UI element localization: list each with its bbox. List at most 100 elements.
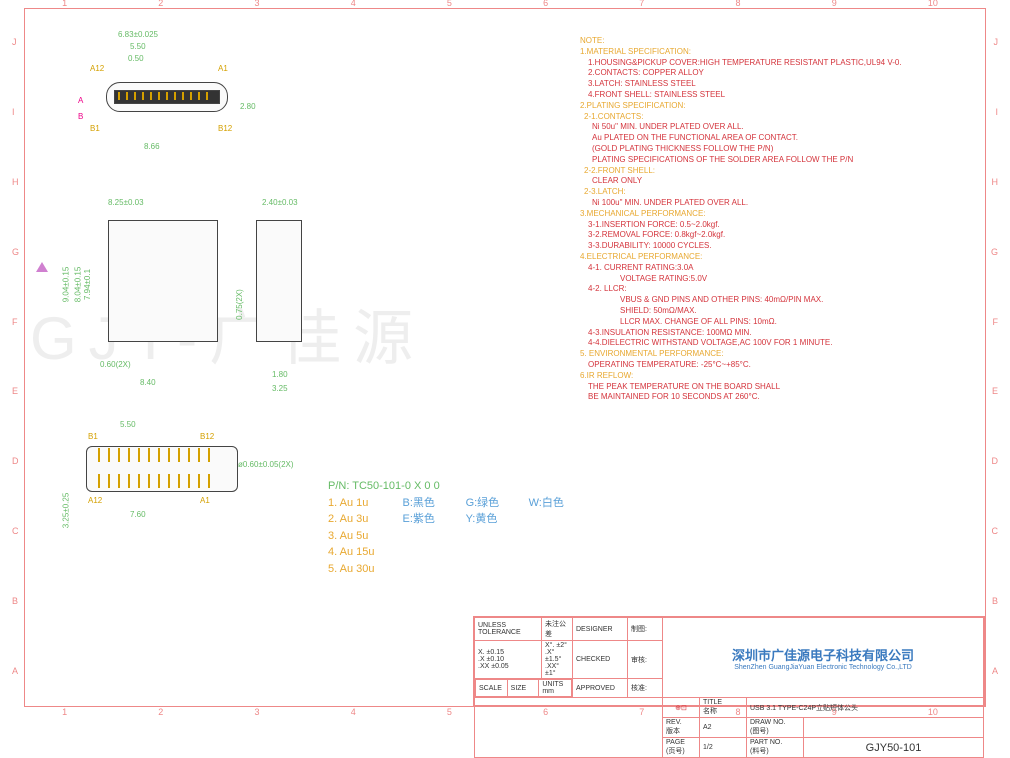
contact-pin (168, 474, 170, 488)
contact-pin (128, 448, 130, 462)
dim: 3.25 (272, 384, 288, 393)
lbl: PART NO. (750, 739, 782, 746)
part-number: GJY50-101 (866, 742, 922, 754)
lbl: REV. (666, 719, 682, 726)
color-code: E:紫色 (403, 511, 463, 528)
note-heading: 2.PLATING SPECIFICATION: (580, 101, 980, 112)
contact-pin (134, 92, 136, 100)
grid-col-label: 8 (736, 707, 741, 717)
tol: X°. ±2° (545, 642, 567, 649)
grid-row-label: B (12, 596, 18, 606)
lbl: DESIGNER (576, 626, 613, 633)
grid-row-label: E (992, 386, 998, 396)
dim: 3.25±0.25 (61, 493, 70, 529)
contact-pin (208, 474, 210, 488)
contact-pin (158, 448, 160, 462)
color-code: B:黑色 (403, 495, 463, 512)
grid-col-label: 7 (639, 0, 644, 8)
note-line: 4-3.INSULATION RESISTANCE: 100MΩ MIN. (588, 328, 980, 339)
grid-col-label: 2 (158, 707, 163, 717)
datum: B (78, 112, 83, 121)
grid-col-label: 5 (447, 0, 452, 8)
grid-row-label: J (994, 37, 999, 47)
contact-pin (118, 474, 120, 488)
note-sub: 2-3.LATCH: (584, 187, 980, 198)
tol: .XX ±0.05 (478, 663, 509, 670)
lbl: 核准: (631, 685, 647, 692)
contact-pin (148, 474, 150, 488)
au-option: 5. Au 30u (328, 561, 375, 578)
contact-pin (150, 92, 152, 100)
datum-triangle-icon (36, 262, 48, 272)
au-option: 1. Au 1u (328, 495, 375, 512)
note-line: (GOLD PLATING THICKNESS FOLLOW THE P/N) (592, 144, 980, 155)
dim: 0.50 (128, 54, 144, 63)
grid-row-label: G (12, 247, 19, 257)
contact-pin (174, 92, 176, 100)
grid-col-label: 6 (543, 0, 548, 8)
contact-pin (118, 92, 120, 100)
grid-row-label: C (992, 526, 999, 536)
contact-pin (208, 448, 210, 462)
pin-label: B1 (90, 124, 100, 133)
contact-pin (166, 92, 168, 100)
contact-pin (198, 448, 200, 462)
note-sub: 2-1.CONTACTS: (584, 112, 980, 123)
lbl: (图号) (750, 728, 769, 735)
contact-pin (128, 474, 130, 488)
note-heading: NOTE: (580, 36, 980, 47)
note-line: LLCR MAX. CHANGE OF ALL PINS: 10mΩ. (620, 317, 980, 328)
grid-col-label: 10 (928, 707, 938, 717)
body-right (256, 220, 302, 342)
grid-col-label: 10 (928, 0, 938, 8)
grid-col-label: 1 (62, 0, 67, 8)
side-view (96, 210, 316, 380)
contact-pin (178, 474, 180, 488)
lbl: 名称 (703, 708, 717, 715)
grid-row-label: B (992, 596, 998, 606)
grid-col-label: 5 (447, 707, 452, 717)
lbl: (料号) (750, 748, 769, 755)
note-line: 3-2.REMOVAL FORCE: 0.8kgf~2.0kgf. (588, 230, 980, 241)
color-code: G:绿色 (466, 495, 526, 512)
grid-row-label: A (992, 666, 998, 676)
note-heading: 1.MATERIAL SPECIFICATION: (580, 47, 980, 58)
pin-label: A1 (218, 64, 228, 73)
dim: 6.83±0.025 (118, 30, 158, 39)
note-heading: 6.IR REFLOW: (580, 371, 980, 382)
pn-line: P/N: TC50-101-0 X 0 0 (328, 478, 564, 495)
contact-pin (198, 92, 200, 100)
grid-col-label: 4 (351, 0, 356, 8)
note-heading: 4.ELECTRICAL PERFORMANCE: (580, 252, 980, 263)
lbl: CHECKED (576, 656, 610, 663)
note-line: 4.FRONT SHELL: STAINLESS STEEL (588, 90, 980, 101)
contact-pin (108, 474, 110, 488)
contact-pin (188, 448, 190, 462)
note-line: 3.LATCH: STAINLESS STEEL (588, 79, 980, 90)
grid-row-label: H (992, 177, 999, 187)
grid-row-label: D (992, 456, 999, 466)
dim: ø0.60±0.05(2X) (238, 460, 294, 469)
title-block: UNLESS TOLERANCE 未注公差 DESIGNER 制图: 深圳市广佳… (473, 616, 985, 706)
pin-label: B12 (200, 432, 214, 441)
part-number-block: P/N: TC50-101-0 X 0 0 1. Au 1u 2. Au 3u … (328, 478, 564, 577)
dim: 8.66 (144, 142, 160, 151)
pin-label: A12 (90, 64, 104, 73)
grid-col-label: 7 (639, 707, 644, 717)
dim: 5.50 (120, 420, 136, 429)
contact-pin (158, 474, 160, 488)
lbl: 版本 (666, 728, 680, 735)
dim: 0.60(2X) (100, 360, 131, 369)
lbl: UNLESS TOLERANCE (478, 622, 521, 636)
grid-col-label: 6 (543, 707, 548, 717)
front-view (96, 60, 236, 130)
contact-pin (118, 448, 120, 462)
note-line: SHIELD: 50mΩ/MAX. (620, 306, 980, 317)
pin-label: B12 (218, 124, 232, 133)
dim: 1.80 (272, 370, 288, 379)
note-line: 2.CONTACTS: COPPER ALLOY (588, 68, 980, 79)
dim: 2.40±0.03 (262, 198, 298, 207)
contact-pin (138, 448, 140, 462)
note-line: OPERATING TEMPERATURE: -25°C~+85°C. (588, 360, 980, 371)
lbl: PAGE (666, 739, 685, 746)
